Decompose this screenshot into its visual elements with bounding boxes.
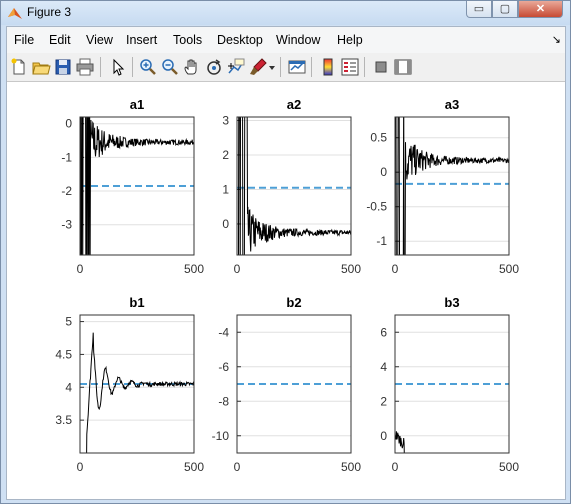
y-tick-label: 5 bbox=[65, 315, 72, 329]
figure-toolbar bbox=[7, 53, 565, 82]
minimize-button[interactable]: ▭ bbox=[466, 1, 492, 18]
x-tick-label: 0 bbox=[234, 262, 241, 276]
y-tick-label: 2 bbox=[380, 394, 387, 408]
zoom-out-icon[interactable] bbox=[160, 57, 180, 77]
zoom-in-icon[interactable] bbox=[138, 57, 158, 77]
x-tick-label: 500 bbox=[184, 460, 204, 474]
link-plot-icon[interactable] bbox=[287, 57, 307, 77]
subplot-b2: -4 -6 -8 -10 0 500 b2 bbox=[212, 295, 362, 474]
x-tick-label: 500 bbox=[499, 460, 519, 474]
subplot-title: a1 bbox=[130, 97, 144, 112]
subplot-title: b2 bbox=[286, 295, 301, 310]
subplot-b1: 5 4.5 4 3.5 0 500 b1 bbox=[55, 295, 204, 474]
menu-edit[interactable]: Edit bbox=[49, 33, 71, 47]
toolbar-separator bbox=[280, 57, 281, 77]
menu-help[interactable]: Help bbox=[337, 33, 363, 47]
menu-view[interactable]: View bbox=[86, 33, 113, 47]
title-bar[interactable]: Figure 3 ▭ ▢ ✕ bbox=[1, 1, 570, 25]
menu-bar: File Edit View Insert Tools Desktop Wind… bbox=[7, 27, 565, 53]
toolbar-separator bbox=[311, 57, 312, 77]
y-tick-label: -10 bbox=[212, 429, 230, 443]
y-tick-label: -1 bbox=[376, 234, 387, 248]
subplot-title: a2 bbox=[287, 97, 301, 112]
x-tick-label: 0 bbox=[392, 460, 399, 474]
subplot-a1: 0 -1 -2 -3 0 500 a1 bbox=[61, 97, 204, 276]
pan-hand-icon[interactable] bbox=[182, 57, 202, 77]
brush-icon[interactable] bbox=[248, 57, 268, 77]
figure-canvas[interactable]: 0 -1 -2 -3 0 500 a1 3 2 1 0 0 500 a2 0.5 0 -0.5 -1 0 500 a3 5… bbox=[7, 82, 565, 499]
subplot-grid: 0-1-2-30 500a132100 500a20.50-0.5-10 500a35… bbox=[55, 97, 519, 474]
menu-file[interactable]: File bbox=[14, 33, 34, 47]
y-tick-label: -4 bbox=[218, 325, 229, 339]
x-tick-label: 0 bbox=[234, 460, 241, 474]
maximize-icon: ▢ bbox=[499, 3, 511, 15]
subplot-a3: 0.5 0 -0.5 -1 0 500 a3 bbox=[366, 97, 519, 276]
close-button[interactable]: ✕ bbox=[518, 1, 563, 18]
y-tick-label: 0 bbox=[380, 429, 387, 443]
y-tick-label: 0.5 bbox=[370, 131, 387, 145]
x-tick-label: 0 bbox=[392, 262, 399, 276]
y-tick-label: 2 bbox=[222, 148, 229, 162]
subplot-b3: 6 4 2 0 0 500 b3 bbox=[380, 295, 519, 474]
open-file-icon[interactable] bbox=[31, 57, 51, 77]
rotate-3d-icon[interactable] bbox=[204, 57, 224, 77]
y-tick-label: 4 bbox=[380, 360, 387, 374]
y-tick-label: 4 bbox=[65, 380, 72, 394]
brush-dropdown-icon[interactable] bbox=[267, 57, 277, 77]
y-tick-label: 3 bbox=[222, 113, 229, 127]
y-tick-label: -3 bbox=[61, 218, 72, 232]
matlab-logo-icon bbox=[8, 8, 22, 19]
y-tick-label: -0.5 bbox=[366, 200, 387, 214]
legend-icon[interactable] bbox=[340, 57, 360, 77]
toolbar-separator bbox=[132, 57, 133, 77]
data-cursor-icon[interactable] bbox=[226, 57, 246, 77]
y-tick-label: 4.5 bbox=[55, 347, 72, 361]
figure-window: Figure 3 ▭ ▢ ✕ File Edit View Insert Too… bbox=[0, 0, 571, 504]
save-icon[interactable] bbox=[53, 57, 73, 77]
print-icon[interactable] bbox=[75, 57, 95, 77]
subplot-title: a3 bbox=[445, 97, 459, 112]
y-tick-label: -1 bbox=[61, 150, 72, 164]
y-tick-label: 0 bbox=[222, 217, 229, 231]
y-tick-label: 1 bbox=[222, 182, 229, 196]
y-tick-label: 0 bbox=[65, 117, 72, 131]
x-tick-label: 0 bbox=[77, 262, 84, 276]
menu-insert[interactable]: Insert bbox=[126, 33, 157, 47]
colorbar-icon[interactable] bbox=[318, 57, 338, 77]
maximize-button[interactable]: ▢ bbox=[492, 1, 518, 18]
subplot-a2: 3 2 1 0 0 500 a2 bbox=[222, 97, 361, 276]
x-tick-label: 500 bbox=[341, 262, 361, 276]
y-tick-label: -2 bbox=[61, 184, 72, 198]
y-tick-label: 3.5 bbox=[55, 413, 72, 427]
x-tick-label: 0 bbox=[77, 460, 84, 474]
x-tick-label: 500 bbox=[184, 262, 204, 276]
y-tick-label: 0 bbox=[380, 165, 387, 179]
hide-plot-tools-icon[interactable] bbox=[371, 57, 391, 77]
x-tick-label: 500 bbox=[341, 460, 361, 474]
menu-desktop[interactable]: Desktop bbox=[217, 33, 263, 47]
subplot-title: b1 bbox=[129, 295, 144, 310]
toolbar-separator bbox=[364, 57, 365, 77]
subplot-title: b3 bbox=[444, 295, 459, 310]
menu-window[interactable]: Window bbox=[276, 33, 320, 47]
toolbar-separator bbox=[100, 57, 101, 77]
x-tick-label: 500 bbox=[499, 262, 519, 276]
pointer-icon[interactable] bbox=[108, 57, 128, 77]
new-figure-icon[interactable] bbox=[9, 57, 29, 77]
dock-arrow-icon[interactable]: ↘ bbox=[552, 33, 561, 46]
show-plot-tools-icon[interactable] bbox=[393, 57, 413, 77]
y-tick-label: -8 bbox=[218, 394, 229, 408]
figure-client-area: File Edit View Insert Tools Desktop Wind… bbox=[6, 26, 566, 500]
minimize-icon: ▭ bbox=[473, 3, 485, 15]
close-icon: ✕ bbox=[535, 3, 546, 15]
y-tick-label: -6 bbox=[218, 360, 229, 374]
y-tick-label: 6 bbox=[380, 325, 387, 339]
menu-tools[interactable]: Tools bbox=[173, 33, 202, 47]
window-title: Figure 3 bbox=[27, 5, 72, 19]
